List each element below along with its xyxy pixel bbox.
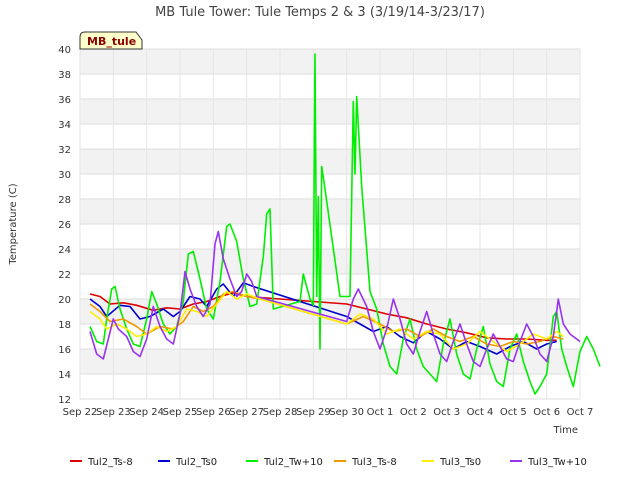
plot-band: [80, 249, 580, 274]
y-axis-ticks: 12 14 16 18 20 22 24 26 28 30 32 34 36 38 40: [58, 45, 71, 406]
legend-label: Tul2_Tw+10: [263, 457, 323, 468]
x-tick-label: Oct 4: [467, 407, 494, 418]
station-badge-text: MB_tule: [87, 35, 136, 48]
x-tick-label: Oct 5: [500, 407, 527, 418]
x-tick-label: Sep 26: [196, 407, 231, 418]
y-tick-label: 24: [58, 245, 71, 256]
x-tick-label: Oct 6: [533, 407, 560, 418]
x-tick-label: Oct 1: [367, 407, 394, 418]
x-tick-label: Sep 23: [96, 407, 131, 418]
plot-band: [80, 174, 580, 199]
y-tick-label: 26: [58, 220, 71, 231]
y-tick-label: 40: [58, 45, 71, 56]
chart: MB Tule Tower: Tule Temps 2 & 3 (3/19/14…: [8, 5, 601, 468]
x-tick-label: Sep 25: [163, 407, 198, 418]
y-tick-label: 38: [58, 70, 71, 81]
y-tick-label: 22: [58, 270, 71, 281]
x-tick-label: Oct 3: [433, 407, 460, 418]
y-tick-label: 18: [58, 320, 71, 331]
x-tick-label: Sep 29: [296, 407, 331, 418]
x-tick-label: Sep 27: [229, 407, 264, 418]
legend-label: Tul2_Ts-8: [87, 457, 133, 468]
plot-band: [80, 274, 580, 299]
plot-band: [80, 149, 580, 174]
legend-label: Tul2_Ts0: [175, 457, 217, 468]
plot-band: [80, 349, 580, 374]
plot-band: [80, 74, 580, 99]
y-tick-label: 32: [58, 145, 71, 156]
x-tick-label: Oct 7: [567, 407, 594, 418]
x-tick-label: Sep 22: [63, 407, 98, 418]
y-tick-label: 16: [58, 345, 71, 356]
x-axis-ticks: Sep 22Sep 23Sep 24Sep 25Sep 26Sep 27Sep …: [63, 407, 594, 418]
station-badge: MB_tule: [79, 31, 143, 50]
legend-label: Tul3_Ts0: [439, 457, 481, 468]
plot-band: [80, 49, 580, 74]
x-tick-label: Sep 28: [263, 407, 298, 418]
y-tick-label: 34: [58, 120, 71, 131]
plot-band: [80, 124, 580, 149]
legend: Tul2_Ts-8 Tul2_Ts0 Tul2_Tw+10 Tul3_Ts-8 Tul3…: [70, 457, 587, 468]
x-tick-label: Sep 24: [129, 407, 164, 418]
x-tick-label: Oct 2: [400, 407, 427, 418]
chart-title: MB Tule Tower: Tule Temps 2 & 3 (3/19/14…: [155, 5, 485, 20]
y-tick-label: 28: [58, 195, 71, 206]
legend-label: Tul3_Ts-8: [351, 457, 397, 468]
y-tick-label: 30: [58, 170, 71, 181]
legend-label: Tul3_Tw+10: [527, 457, 587, 468]
y-tick-label: 20: [58, 295, 71, 306]
y-axis-label: Temperature (C): [8, 183, 19, 265]
y-tick-label: 36: [58, 95, 71, 106]
x-axis-label: Time: [553, 425, 578, 436]
y-tick-label: 14: [58, 370, 71, 381]
y-tick-label: 12: [58, 395, 71, 406]
plot-band: [80, 99, 580, 124]
x-tick-label: Sep 30: [329, 407, 364, 418]
